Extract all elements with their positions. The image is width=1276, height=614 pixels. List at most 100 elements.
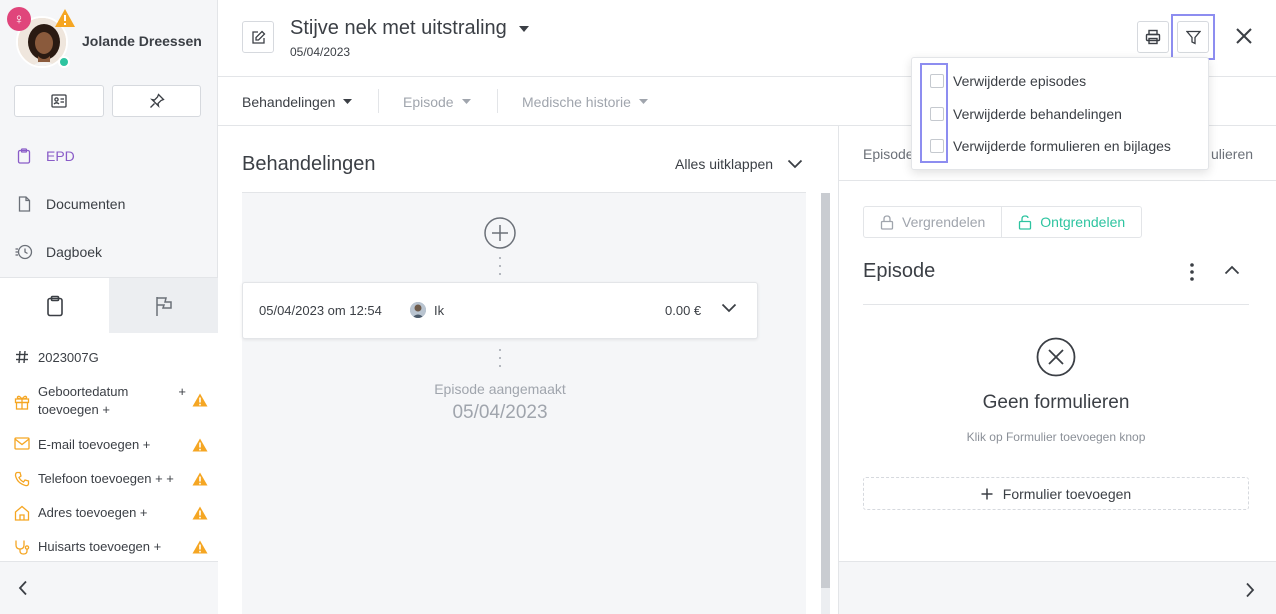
warning-icon <box>192 538 208 554</box>
unlock-button[interactable]: Ontgrendelen <box>1002 207 1141 237</box>
add-birthdate-line2: toevoegen + <box>38 402 110 417</box>
info-birthdate[interactable]: Geboortedatum toevoegen + + <box>12 383 208 419</box>
info-gp[interactable]: Huisarts toevoegen + <box>12 538 208 556</box>
add-form-button[interactable]: Formulier toevoegen <box>863 477 1249 510</box>
next-button[interactable] <box>1245 582 1255 598</box>
lock-button[interactable]: Vergrendelen <box>864 207 1003 237</box>
filter-button-highlight <box>1171 14 1215 60</box>
nav-documenten[interactable]: Documenten <box>0 184 218 224</box>
filter-option-label: Verwijderde formulieren en bijlages <box>953 138 1171 154</box>
history-icon <box>14 244 34 260</box>
patient-info-list: 2023007G Geboortedatum toevoegen + + E-m… <box>0 333 218 561</box>
stethoscope-icon <box>12 538 32 555</box>
collapse-sidebar-button[interactable] <box>0 561 218 614</box>
checkbox[interactable] <box>930 107 944 121</box>
subnav-episode[interactable]: Episode <box>403 77 471 126</box>
episode-created-date: 05/04/2023 <box>452 402 548 423</box>
user-avatar <box>410 302 426 318</box>
patient-header: ♀ Jolande Dreessen <box>0 0 218 80</box>
episode-title: Stijve nek met uitstraling <box>290 17 507 39</box>
document-icon <box>14 196 34 212</box>
hash-icon <box>12 349 32 364</box>
clipboard-icon <box>14 148 34 164</box>
filter-option-label: Verwijderde episodes <box>953 73 1087 89</box>
info-phone[interactable]: Telefoon toevoegen + + <box>12 470 208 488</box>
chevron-left-icon <box>18 580 28 596</box>
add-email-link[interactable]: E-mail toevoegen + <box>38 436 186 454</box>
treatment-card[interactable]: 05/04/2023 om 12:54 Ik 0.00 € <box>242 282 758 339</box>
info-address[interactable]: Adres toevoegen + <box>12 504 208 522</box>
patient-name: Jolande Dreessen <box>82 33 202 49</box>
expand-all-label: Alles uitklappen <box>675 156 774 172</box>
filter-dropdown: Verwijderde episodes Verwijderde behande… <box>911 57 1209 170</box>
circle-x-icon <box>1036 337 1076 377</box>
nav-dagboek-label: Dagboek <box>46 244 103 260</box>
filter-option-deleted-treatments[interactable]: Verwijderde behandelingen <box>930 104 1122 124</box>
episode-date: 05/04/2023 <box>290 45 351 59</box>
chevron-right-icon <box>1245 582 1255 598</box>
nav-documenten-label: Documenten <box>46 196 126 212</box>
sidebar-tabs <box>0 277 218 334</box>
print-button[interactable] <box>1137 21 1169 53</box>
add-treatment-button[interactable] <box>484 217 516 249</box>
checkbox[interactable] <box>930 139 944 153</box>
info-email[interactable]: E-mail toevoegen + <box>12 436 208 454</box>
warning-icon <box>192 383 208 407</box>
subnav-behandelingen-label: Behandelingen <box>242 93 336 110</box>
tab-formulieren[interactable]: ulieren <box>1211 146 1253 162</box>
expand-treatment-button[interactable] <box>721 303 737 313</box>
empty-state-title: Geen formulieren <box>982 392 1130 413</box>
caret-down-icon <box>638 99 648 104</box>
expand-all-button[interactable]: Alles uitklappen <box>675 156 803 172</box>
chevron-down-icon <box>787 159 803 169</box>
gift-icon <box>12 383 32 410</box>
add-birthdate-plus[interactable]: + <box>178 383 186 401</box>
edit-episode-button[interactable] <box>242 21 274 53</box>
treatments-panel: Behandelingen Alles uitklappen 05/04/202… <box>218 126 838 614</box>
caret-down-icon <box>461 99 471 104</box>
filter-option-deleted-forms[interactable]: Verwijderde formulieren en bijlages <box>930 136 1171 156</box>
patient-card-button[interactable] <box>14 85 104 117</box>
episode-section-title: Episode <box>863 260 936 282</box>
info-patient-number: 2023007G <box>12 349 208 367</box>
pin-button[interactable] <box>112 85 201 117</box>
chevron-down-icon <box>721 303 737 313</box>
caret-down-icon <box>518 25 529 32</box>
more-vertical-icon <box>1190 263 1194 281</box>
nav-dagboek[interactable]: Dagboek <box>0 232 218 272</box>
unlock-icon <box>1018 214 1032 230</box>
close-button[interactable] <box>1234 26 1254 46</box>
add-phone-link[interactable]: Telefoon toevoegen + + <box>38 470 186 488</box>
filter-option-deleted-episodes[interactable]: Verwijderde episodes <box>930 71 1086 91</box>
tab-patient-info[interactable] <box>0 278 109 334</box>
subnav-separator <box>378 89 379 113</box>
subnav-medische-historie[interactable]: Medische historie <box>522 77 648 126</box>
add-birthdate-line1: Geboortedatum <box>38 384 129 399</box>
checkbox[interactable] <box>930 74 944 88</box>
subnav-separator <box>497 89 498 113</box>
add-birthdate-link[interactable]: Geboortedatum toevoegen + <box>38 383 174 419</box>
nav-epd[interactable]: EPD <box>0 136 218 176</box>
more-options-button[interactable] <box>1190 263 1194 281</box>
subnav-medische-historie-label: Medische historie <box>522 93 631 110</box>
divider <box>863 304 1249 305</box>
mail-icon <box>12 436 32 450</box>
id-card-icon <box>51 94 67 108</box>
tab-episode[interactable]: Episode <box>863 146 914 162</box>
add-address-link[interactable]: Adres toevoegen + <box>38 504 186 522</box>
close-icon <box>1234 26 1254 46</box>
plus-circle-icon <box>484 217 516 249</box>
add-gp-link[interactable]: Huisarts toevoegen + <box>38 538 186 556</box>
warning-icon <box>192 470 208 486</box>
subnav-behandelingen[interactable]: Behandelingen <box>242 77 353 126</box>
scrollbar-thumb[interactable] <box>821 193 830 588</box>
right-panel-footer <box>839 561 1276 614</box>
nav-epd-label: EPD <box>46 148 75 164</box>
tab-flags[interactable] <box>109 278 218 334</box>
episode-created-label: Episode aangemaakt <box>434 381 566 397</box>
filter-button[interactable] <box>1177 21 1209 53</box>
plus-icon <box>981 488 993 500</box>
caret-down-icon <box>343 99 353 104</box>
collapse-episode-button[interactable] <box>1224 265 1240 275</box>
episode-title-dropdown[interactable]: Stijve nek met uitstraling <box>290 17 529 40</box>
